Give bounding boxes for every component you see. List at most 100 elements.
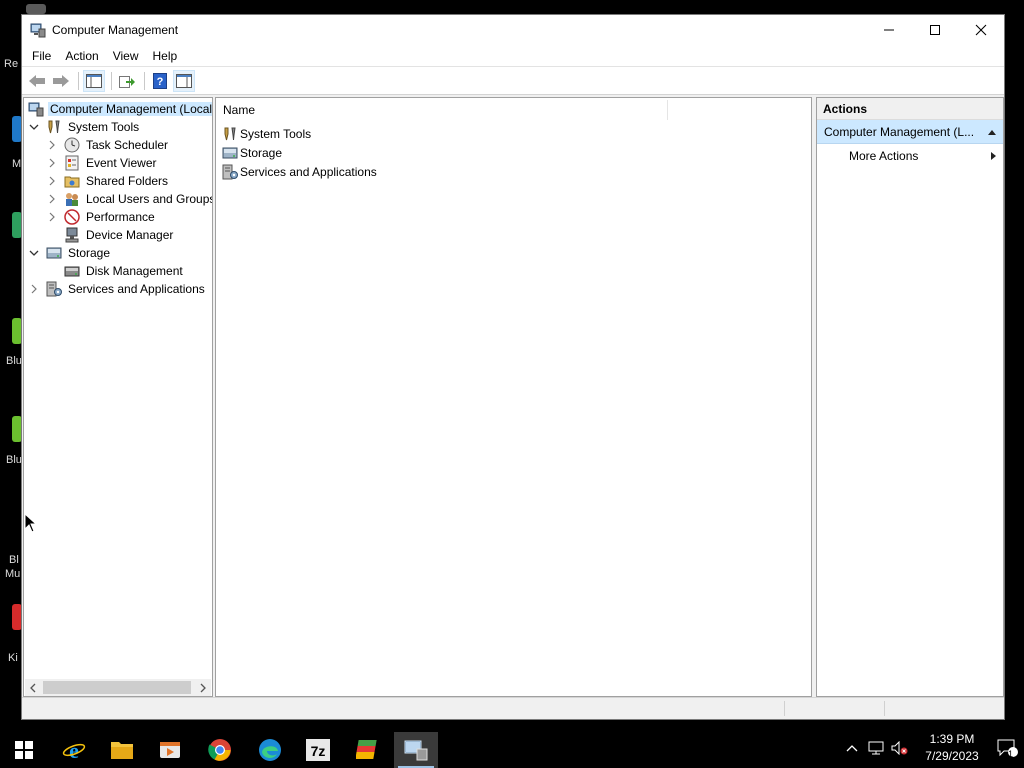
tree-item-shared-folders[interactable]: Shared Folders (46, 172, 170, 190)
column-divider[interactable] (667, 100, 668, 120)
volume-button[interactable] (888, 728, 912, 768)
taskbar-bluestacks[interactable] (346, 732, 390, 768)
tree-item-disk-management[interactable]: Disk Management (64, 262, 185, 280)
internet-explorer-icon: e (62, 738, 86, 762)
taskbar-7zip[interactable]: 7z (296, 732, 340, 768)
actions-pane: Actions Computer Management (L... More A… (816, 97, 1004, 697)
list-item[interactable]: System Tools (222, 124, 311, 143)
start-button[interactable] (2, 732, 46, 768)
export-icon (119, 75, 135, 88)
help-icon: ? (153, 72, 167, 89)
collapsed-chevron-icon[interactable] (46, 211, 58, 223)
taskbar-media-app[interactable] (148, 732, 192, 768)
taskbar-computer-management[interactable] (394, 732, 438, 768)
minimize-icon (884, 29, 894, 31)
tree-item-storage[interactable]: Storage (28, 244, 112, 262)
event-viewer-icon (65, 155, 79, 171)
maximize-button[interactable] (912, 15, 958, 45)
console-tree[interactable]: Computer Management (Local System Tools … (23, 97, 213, 697)
network-button[interactable] (864, 728, 888, 768)
computer-management-icon (28, 102, 44, 117)
column-header-name[interactable]: Name (216, 103, 255, 117)
collapsed-chevron-icon[interactable] (46, 175, 58, 187)
more-actions-label: More Actions (849, 149, 919, 163)
taskbar-clock[interactable]: 1:39 PM 7/29/2023 (912, 731, 992, 765)
tree-item-label: System Tools (68, 120, 140, 134)
toolbar-separator (111, 71, 112, 90)
horizontal-scrollbar[interactable] (25, 679, 211, 696)
collapsed-chevron-icon[interactable] (46, 193, 58, 205)
scrollbar-thumb[interactable] (43, 681, 191, 694)
show-hide-console-tree-button[interactable] (83, 69, 105, 92)
scroll-left-icon[interactable] (25, 679, 41, 696)
network-icon (868, 741, 884, 755)
computer-management-icon (30, 23, 46, 38)
services-icon (46, 281, 62, 297)
tree-item-label: Storage (68, 246, 111, 260)
desktop-icon-partial[interactable] (26, 4, 46, 14)
7zip-icon: 7z (306, 739, 330, 761)
tree-item-label: Local Users and Groups (86, 192, 213, 206)
disk-management-icon (64, 266, 80, 277)
toolbar-separator (144, 71, 145, 90)
submenu-arrow-icon (991, 152, 996, 160)
tree-item-computer-management[interactable]: Computer Management (Local (28, 100, 212, 118)
action-center-button[interactable]: 1 (992, 728, 1024, 768)
collapsed-chevron-icon[interactable] (46, 139, 58, 151)
desktop-label: Mu (5, 568, 21, 580)
tree-item-event-viewer[interactable]: Event Viewer (46, 154, 158, 172)
help-button[interactable]: ? (149, 70, 171, 92)
collapsed-chevron-icon[interactable] (46, 157, 58, 169)
more-actions-item[interactable]: More Actions (817, 144, 1003, 168)
tree-item-services-applications[interactable]: Services and Applications (28, 280, 207, 298)
services-icon (222, 164, 238, 179)
list-item-label: Services and Applications (240, 164, 377, 179)
taskbar-file-explorer[interactable] (100, 732, 144, 768)
taskbar-internet-explorer[interactable]: e (52, 732, 96, 768)
tree-item-system-tools[interactable]: System Tools (28, 118, 141, 136)
taskbar-chrome[interactable] (198, 732, 242, 768)
tree-item-local-users-groups[interactable]: Local Users and Groups (46, 190, 213, 208)
list-header: Name (216, 98, 811, 122)
minimize-button[interactable] (866, 15, 912, 45)
collapse-triangle-icon[interactable] (987, 128, 997, 136)
taskbar-edge[interactable] (248, 732, 292, 768)
actions-group-label: Computer Management (L... (824, 124, 975, 139)
system-tray: 1:39 PM 7/29/2023 1 (840, 728, 1024, 768)
tree-item-device-manager[interactable]: Device Manager (64, 226, 175, 244)
collapsed-chevron-icon[interactable] (28, 283, 40, 295)
menu-file[interactable]: File (25, 49, 58, 63)
clock-date: 7/29/2023 (925, 749, 979, 763)
title-bar[interactable]: Computer Management (22, 15, 1004, 45)
list-item[interactable]: Storage (222, 143, 282, 162)
menu-help[interactable]: Help (146, 49, 185, 63)
expanded-chevron-icon[interactable] (28, 247, 40, 259)
close-button[interactable] (958, 15, 1004, 45)
mouse-cursor-icon (24, 513, 38, 533)
tree-item-task-scheduler[interactable]: Task Scheduler (46, 136, 170, 154)
export-list-button[interactable] (116, 70, 138, 92)
back-arrow-icon (29, 74, 45, 87)
forward-arrow-icon (53, 74, 69, 87)
scroll-right-icon[interactable] (195, 679, 211, 696)
list-item-label: Storage (240, 145, 283, 160)
status-divider (784, 701, 785, 716)
action-pane-icon (176, 73, 192, 88)
back-button[interactable] (26, 70, 48, 92)
list-item[interactable]: Services and Applications (222, 162, 377, 181)
show-hidden-icons-button[interactable] (840, 728, 864, 768)
expanded-chevron-icon[interactable] (28, 121, 40, 133)
status-divider (884, 701, 885, 716)
menu-action[interactable]: Action (58, 49, 105, 63)
details-pane[interactable]: Name System Tools Storage Services and A… (215, 97, 812, 697)
windows-logo-icon (15, 741, 33, 759)
forward-button[interactable] (50, 70, 72, 92)
tree-item-performance[interactable]: Performance (46, 208, 157, 226)
maximize-icon (930, 25, 940, 35)
tree-item-label: Performance (86, 210, 155, 224)
actions-group-header[interactable]: Computer Management (L... (817, 120, 1003, 144)
show-hide-action-pane-button[interactable] (173, 69, 195, 92)
console-tree-icon (86, 73, 102, 88)
menu-view[interactable]: View (106, 49, 146, 63)
desktop-icons-edge: Re M Blu Blu Bl Mu Ki (0, 0, 46, 720)
